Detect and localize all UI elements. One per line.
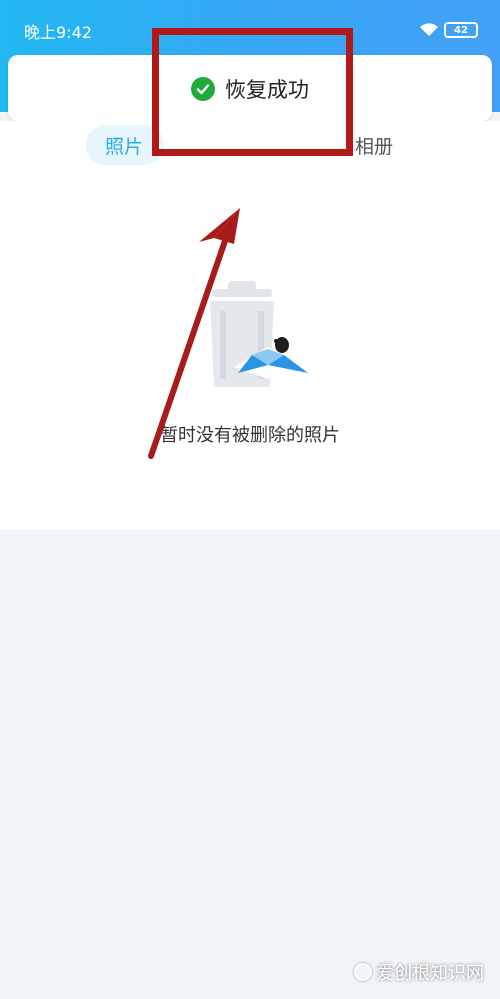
watermark-text: 爱创根知识网: [376, 963, 484, 984]
empty-state-message: 暂时没有被删除的照片: [160, 425, 340, 446]
watermark-logo-icon: [354, 963, 372, 981]
tab-albums[interactable]: 相册: [355, 132, 393, 159]
status-icons: 42: [418, 20, 478, 40]
content-area: 暂时没有被删除的照片: [0, 181, 500, 530]
watermark: 爱创根知识网: [354, 959, 484, 985]
battery-level: 42: [454, 24, 468, 36]
battery-icon: 42: [444, 22, 478, 38]
tab-albums-label: 相册: [355, 136, 394, 158]
tab-photos-label: 照片: [105, 135, 144, 158]
status-time: 晚上9:42: [24, 23, 92, 42]
wifi-icon: [420, 23, 438, 36]
annotation-highlight-box: [152, 28, 353, 156]
empty-trash-illustration: [210, 281, 308, 387]
